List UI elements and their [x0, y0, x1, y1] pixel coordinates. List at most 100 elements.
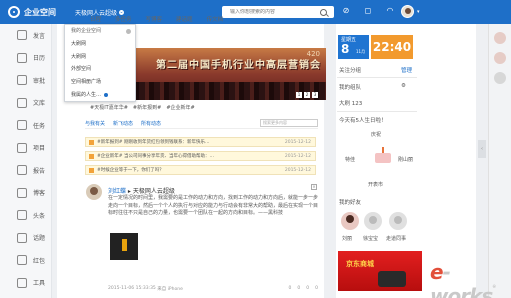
- sidebar-item-post[interactable]: 发言: [0, 24, 51, 47]
- post-author-avatar[interactable]: [86, 184, 102, 200]
- filter-tab-new[interactable]: 新飞动态: [113, 120, 133, 127]
- hashtag[interactable]: #天极IT嘉年华#: [90, 104, 128, 111]
- sidebar-item-calendar[interactable]: 日历: [0, 47, 51, 70]
- todo-date: 2015-12-12: [284, 153, 311, 159]
- post-image[interactable]: [110, 233, 138, 260]
- headline-icon: [17, 210, 27, 221]
- todo-text: #时候企业等于一下，你们了吗？: [97, 168, 164, 173]
- tab-write-blog[interactable]: 写博客: [146, 15, 163, 23]
- app-logo[interactable]: 企业空间: [8, 6, 70, 18]
- cake-icon: [371, 145, 395, 165]
- manage-link[interactable]: 管理: [401, 66, 412, 74]
- contact-avatar[interactable]: [494, 72, 506, 84]
- dropdown-item[interactable]: 我属的人生…: [65, 89, 135, 102]
- hashtag[interactable]: #新年报到#: [133, 104, 161, 111]
- hashtag-row: #天极IT嘉年华# #新年报到# #企业新年#: [90, 104, 195, 111]
- friend-avatar[interactable]: [364, 212, 382, 230]
- list-item[interactable]: #企业新年# 当公司同事分享年货、当年心得借助帮助：… 2015-12-12: [85, 151, 316, 161]
- filter-tab-related[interactable]: 与我有关: [85, 120, 105, 127]
- sidebar-item-label: 话题: [33, 235, 46, 243]
- search-input[interactable]: [222, 9, 320, 15]
- banner-page-3[interactable]: 3: [312, 92, 318, 98]
- sidebar-item-topic[interactable]: 话题: [0, 227, 51, 250]
- dropdown-item-label: 我属的人生…: [71, 91, 102, 98]
- birthday-notice: 今天有5人生日啦！: [339, 118, 387, 124]
- settings-icon[interactable]: [126, 28, 131, 34]
- banner-page-1[interactable]: 1: [296, 92, 302, 98]
- contact-avatar[interactable]: [494, 32, 506, 44]
- list-item[interactable]: #新年报到# 刚刚收到年货红包领到钱联系：新年快乐… 2015-12-12: [85, 137, 316, 147]
- sidebar-item-redpacket[interactable]: 红包: [0, 249, 51, 272]
- app-name: 企业空间: [24, 7, 56, 17]
- banner-page-2[interactable]: 2: [304, 92, 310, 98]
- user-avatar[interactable]: [401, 5, 414, 18]
- feed-filter-bar: 与我有关 新飞动态 所有动态 搜索更多内容: [85, 118, 318, 129]
- project-icon: [17, 142, 27, 153]
- feed-search-input[interactable]: 搜索更多内容: [260, 119, 318, 127]
- post-source: 来自 iPhone: [157, 287, 183, 292]
- search-icon[interactable]: [320, 8, 327, 16]
- sidebar-item-label: 项目: [33, 145, 46, 153]
- birthday-more-label[interactable]: 开表市: [368, 181, 383, 188]
- my-group-label: 我的组队: [339, 85, 362, 91]
- sidebar-item-tools[interactable]: 工具: [0, 272, 51, 295]
- search-box: [222, 6, 334, 18]
- ad-banner[interactable]: 京东商城: [338, 251, 422, 291]
- tab-schedule[interactable]: 日程: [90, 15, 101, 23]
- banner-count: 420: [306, 50, 320, 58]
- sidebar-item-blog[interactable]: 博客: [0, 182, 51, 205]
- app-icon[interactable]: ⊘: [341, 6, 351, 16]
- post-target[interactable]: 天极网人云超级: [133, 188, 175, 195]
- sidebar-item-headline[interactable]: 头条: [0, 204, 51, 227]
- tab-create-topic[interactable]: 建话题: [176, 15, 193, 23]
- like-count[interactable]: 0: [289, 286, 292, 292]
- tab-upload-doc[interactable]: 传文档: [207, 15, 224, 23]
- friend-avatar[interactable]: [389, 212, 407, 230]
- clock-widget: 22:40: [371, 35, 413, 59]
- sidebar-item-report[interactable]: 报告: [0, 159, 51, 182]
- birthday-person[interactable]: 特佳: [345, 156, 355, 163]
- dropdown-item[interactable]: 大刷网: [65, 51, 135, 64]
- filter-tab-all[interactable]: 所有动态: [141, 120, 161, 127]
- bell-icon[interactable]: ◠: [385, 6, 395, 16]
- tools-icon: [17, 277, 27, 288]
- sidebar: 发言 日历 审批 文库 任务 项目 报告 博客 头条 话题 红包 工具: [0, 24, 52, 298]
- dropdown-item[interactable]: 我的企业空间: [65, 25, 135, 38]
- watermark-reg: ®: [492, 284, 496, 289]
- friend-avatar[interactable]: [341, 212, 359, 230]
- dropdown-item[interactable]: 空间相册广场: [65, 76, 135, 89]
- dropdown-item[interactable]: 外部空间: [65, 63, 135, 76]
- divider: [337, 111, 417, 112]
- friend-name: 走道同事: [386, 236, 407, 242]
- collapse-panel-button[interactable]: ‹: [478, 140, 486, 158]
- sidebar-item-label: 工具: [33, 280, 46, 288]
- sidebar-item-task[interactable]: 任务: [0, 114, 51, 137]
- post-author[interactable]: 刘红蝶: [108, 188, 126, 195]
- friend-name: 徐宝宝: [363, 236, 379, 242]
- sidebar-item-label: 日历: [33, 55, 46, 63]
- share-count[interactable]: 0: [306, 286, 309, 292]
- top-icon-group: ⊘ ◻ ◠: [341, 6, 395, 16]
- todo-date: 2015-12-12: [284, 139, 311, 145]
- birthday-person[interactable]: 刚山丽: [398, 156, 413, 163]
- redpacket-icon: [17, 255, 27, 266]
- sidebar-item-project[interactable]: 项目: [0, 137, 51, 160]
- banner-pager: 1 2 3: [296, 92, 318, 98]
- dropdown-item[interactable]: 大刷网: [65, 38, 135, 51]
- gear-icon[interactable]: ⚙: [401, 83, 406, 89]
- friends-label: 我的好友: [339, 200, 362, 206]
- hashtag[interactable]: #企业新年#: [166, 104, 194, 111]
- contact-avatar[interactable]: [494, 52, 506, 64]
- follow-group-label: 关注分组: [339, 68, 362, 74]
- avatar-chevron-icon[interactable]: ▾: [417, 9, 420, 15]
- list-item[interactable]: #时候企业等于一下，你们了吗？ 2015-12-12: [85, 165, 316, 175]
- tab-multitask[interactable]: 多任务: [115, 15, 132, 23]
- chat-icon[interactable]: ◻: [363, 6, 373, 16]
- sidebar-item-approval[interactable]: 审批: [0, 69, 51, 92]
- watermark-e: e: [430, 260, 444, 284]
- sidebar-item-library[interactable]: 文库: [0, 92, 51, 115]
- close-icon[interactable]: ×: [311, 184, 317, 190]
- favorite-count[interactable]: 0: [315, 286, 318, 292]
- celebrate-label[interactable]: 庆祝: [371, 131, 381, 138]
- comment-count[interactable]: 0: [297, 286, 300, 292]
